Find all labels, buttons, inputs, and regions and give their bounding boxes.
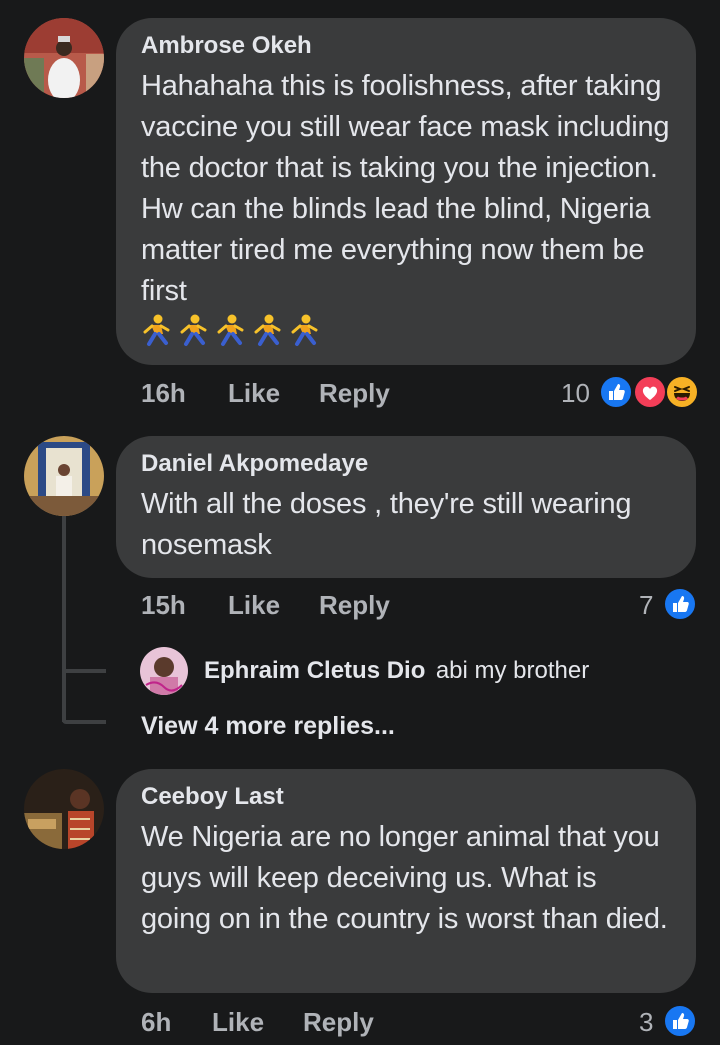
comment-text: Hahahaha this is foolishness, after taki… — [141, 70, 670, 307]
view-more-replies-link[interactable]: View 4 more replies... — [141, 712, 395, 741]
like-button[interactable]: Like — [228, 378, 280, 409]
comment-time[interactable]: 6h — [141, 1007, 171, 1038]
thread-line — [62, 720, 106, 724]
comment-author[interactable]: Ambrose Okeh — [141, 32, 674, 60]
haha-reaction-icon[interactable] — [665, 375, 699, 409]
running-man-emoji — [254, 314, 281, 346]
like-reaction-icon[interactable] — [663, 587, 697, 621]
running-man-emoji-row — [141, 314, 674, 348]
love-reaction-icon[interactable] — [633, 375, 667, 409]
comment-author[interactable]: Daniel Akpomedaye — [141, 450, 674, 478]
running-man-emoji — [291, 314, 318, 346]
reply-button[interactable]: Reply — [319, 378, 390, 409]
comment-author[interactable]: Ceeboy Last — [141, 783, 674, 811]
comment-bubble: Daniel Akpomedaye With all the doses , t… — [116, 436, 696, 578]
thread-line — [62, 669, 106, 673]
running-man-emoji — [180, 314, 207, 346]
reaction-count[interactable]: 10 — [561, 378, 590, 409]
reaction-count[interactable]: 3 — [639, 1007, 653, 1038]
comment-text: With all the doses , they're still weari… — [141, 488, 632, 561]
like-reaction-icon[interactable] — [663, 1004, 697, 1038]
avatar[interactable] — [24, 18, 104, 98]
reply-text: abi my brother — [435, 657, 590, 684]
like-button[interactable]: Like — [212, 1007, 264, 1038]
like-reaction-icon[interactable] — [599, 375, 633, 409]
reply-preview[interactable]: Ephraim Cletus Dio abi my brother — [204, 657, 589, 685]
comment-actions: 15h Like Reply — [0, 590, 720, 622]
comment-bubble: Ceeboy Last We Nigeria are no longer ani… — [116, 769, 696, 993]
like-button[interactable]: Like — [228, 590, 280, 621]
comment-time[interactable]: 15h — [141, 590, 186, 621]
reaction-count[interactable]: 7 — [639, 590, 653, 621]
reply-avatar[interactable] — [140, 647, 188, 695]
reply-button[interactable]: Reply — [303, 1007, 374, 1038]
reply-author[interactable]: Ephraim Cletus Dio — [204, 657, 425, 684]
running-man-emoji — [143, 314, 170, 346]
avatar[interactable] — [24, 769, 104, 849]
avatar[interactable] — [24, 436, 104, 516]
reply-button[interactable]: Reply — [319, 590, 390, 621]
comment-text: We Nigeria are no longer animal that you… — [141, 821, 668, 935]
running-man-emoji — [217, 314, 244, 346]
comment-time[interactable]: 16h — [141, 378, 186, 409]
comment-bubble: Ambrose Okeh Hahahaha this is foolishnes… — [116, 18, 696, 365]
comment-actions: 6h Like Reply — [0, 1007, 720, 1039]
